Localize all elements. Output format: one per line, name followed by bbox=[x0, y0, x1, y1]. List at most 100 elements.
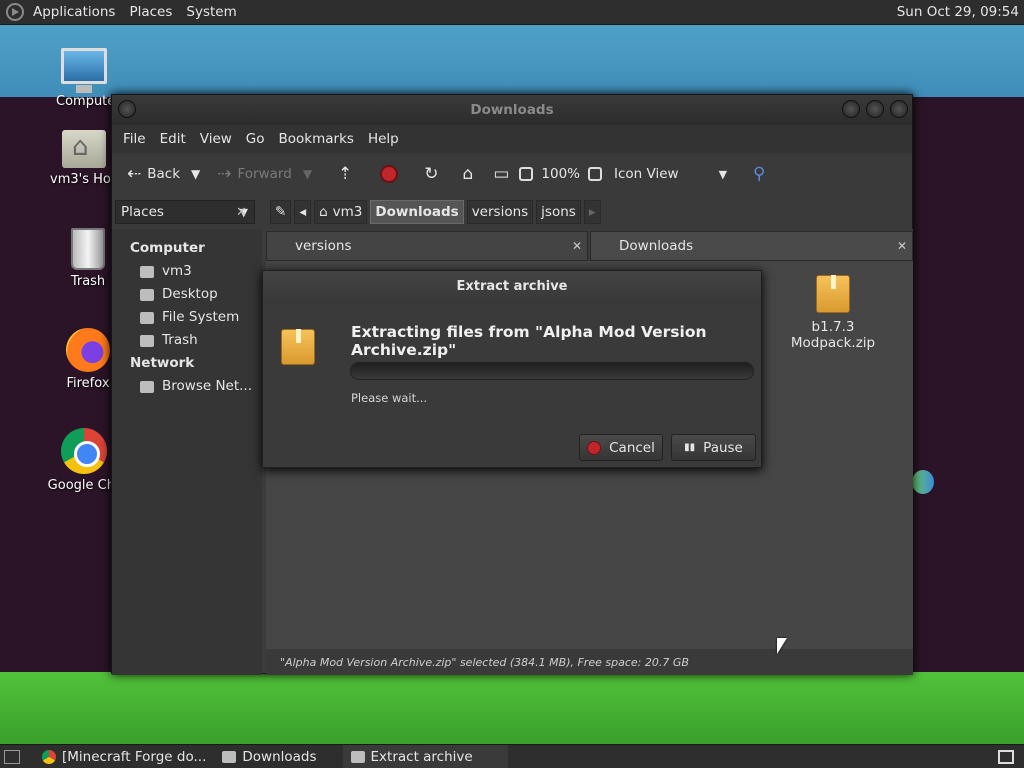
sidebar-item-label: vm3 bbox=[162, 263, 192, 279]
menubar: File Edit View Go Bookmarks Help bbox=[112, 125, 912, 153]
clock[interactable]: Sun Oct 29, 09:54 bbox=[897, 4, 1024, 20]
menu-go[interactable]: Go bbox=[239, 131, 272, 147]
firefox-icon bbox=[66, 328, 110, 372]
close-sidebar-icon[interactable]: ✕ bbox=[236, 205, 247, 220]
task-label: [Minecraft Forge do... bbox=[62, 748, 207, 765]
close-tab-icon[interactable]: ✕ bbox=[572, 239, 582, 253]
forward-history-dropdown-icon[interactable]: ▼ bbox=[301, 168, 322, 180]
sidebar-item-label: Desktop bbox=[162, 286, 218, 302]
applications-menu[interactable]: Applications bbox=[26, 4, 122, 20]
breadcrumb-right-arrow-icon[interactable]: ▸ bbox=[583, 200, 601, 224]
breadcrumb-jsons[interactable]: jsons bbox=[536, 200, 581, 224]
drive-icon bbox=[140, 311, 154, 324]
chrome-icon bbox=[61, 428, 107, 474]
show-desktop-icon[interactable] bbox=[4, 749, 20, 764]
stop-icon bbox=[587, 440, 602, 455]
status-bar: "Alpha Mod Version Archive.zip" selected… bbox=[266, 649, 913, 675]
sidebar-item-desktop[interactable]: Desktop bbox=[112, 283, 262, 306]
window-title: Downloads bbox=[470, 102, 554, 118]
menu-edit[interactable]: Edit bbox=[153, 131, 193, 147]
sidebar-item-browse-network[interactable]: Browse Net... bbox=[112, 375, 262, 398]
location-bar: Places ▼ ✕ ✎ ◂ ⌂ vm3 Downloads versions j… bbox=[112, 195, 912, 229]
window-menu-button[interactable] bbox=[118, 100, 136, 118]
dialog-title[interactable]: Extract archive bbox=[263, 271, 761, 303]
sidebar-item-label: Browse Net... bbox=[162, 378, 253, 394]
places-menu[interactable]: Places bbox=[122, 4, 179, 20]
back-history-dropdown-icon[interactable]: ▼ bbox=[189, 168, 208, 180]
sidebar-item-label: Trash bbox=[162, 332, 198, 348]
sidebar-item-label: File System bbox=[162, 309, 240, 325]
reload-icon[interactable]: ↻ bbox=[414, 165, 448, 183]
pause-label: Pause bbox=[703, 439, 743, 456]
forward-button[interactable]: ⇢ Forward bbox=[212, 159, 297, 189]
cancel-button[interactable]: Cancel bbox=[579, 434, 663, 461]
progress-bar bbox=[350, 362, 754, 380]
side-pane-label: Places bbox=[121, 204, 164, 220]
up-icon[interactable]: ⇡ bbox=[326, 165, 364, 183]
back-arrow-icon: ⇠ bbox=[127, 163, 142, 184]
breadcrumb-left-arrow-icon[interactable]: ◂ bbox=[294, 200, 312, 224]
desktop-sky bbox=[0, 25, 1024, 97]
window-titlebar[interactable]: Downloads bbox=[112, 95, 912, 125]
sidebar-item-file-system[interactable]: File System bbox=[112, 306, 262, 329]
package-icon bbox=[281, 329, 315, 365]
sidebar: Computer vm3 Desktop File System Trash N… bbox=[112, 229, 262, 675]
computer-icon bbox=[61, 48, 107, 93]
dialog-heading: Extracting files from "Alpha Mod Version… bbox=[351, 323, 707, 359]
menu-help[interactable]: Help bbox=[361, 131, 406, 147]
crumb-label: vm3 bbox=[332, 204, 363, 220]
network-icon bbox=[140, 380, 154, 393]
home-icon[interactable]: ⌂ bbox=[453, 165, 484, 183]
side-pane-selector[interactable]: Places ▼ bbox=[115, 200, 255, 224]
menu-view[interactable]: View bbox=[193, 131, 239, 147]
stop-icon[interactable] bbox=[380, 165, 399, 183]
desktop-folder-icon bbox=[140, 288, 154, 301]
tab-versions[interactable]: versions ✕ bbox=[266, 231, 588, 261]
pause-icon: ▮▮ bbox=[684, 442, 696, 453]
mouse-cursor bbox=[777, 638, 787, 654]
menu-file[interactable]: File bbox=[116, 131, 153, 147]
applications-menu-icon[interactable] bbox=[6, 3, 24, 21]
pause-button[interactable]: ▮▮ Pause bbox=[671, 434, 756, 461]
sidebar-item-vm3[interactable]: vm3 bbox=[112, 260, 262, 283]
tab-label: versions bbox=[295, 238, 352, 254]
search-icon[interactable]: ⚲ bbox=[731, 165, 765, 183]
task-downloads[interactable]: Downloads bbox=[214, 745, 324, 768]
view-mode-select[interactable]: Icon View bbox=[606, 166, 715, 182]
file-item[interactable]: b1.7.3 Modpack.zip bbox=[768, 275, 898, 351]
zoom-in-icon[interactable] bbox=[588, 167, 603, 181]
view-mode-dropdown-icon[interactable]: ▼ bbox=[719, 169, 727, 180]
trash-icon bbox=[71, 228, 105, 270]
task-label: Downloads bbox=[242, 748, 317, 765]
tab-downloads[interactable]: Downloads ✕ bbox=[590, 231, 913, 261]
zoom-out-icon[interactable] bbox=[519, 167, 534, 181]
task-extract-archive[interactable]: Extract archive bbox=[342, 744, 508, 768]
breadcrumb-vm3[interactable]: ⌂ vm3 bbox=[314, 200, 368, 224]
close-tab-icon[interactable]: ✕ bbox=[897, 239, 907, 253]
breadcrumb-versions[interactable]: versions bbox=[466, 200, 534, 224]
taskbar: [Minecraft Forge do... Downloads Extract… bbox=[0, 744, 1024, 768]
system-menu[interactable]: System bbox=[179, 4, 243, 20]
sidebar-item-trash[interactable]: Trash bbox=[112, 329, 262, 352]
folder-icon bbox=[222, 750, 237, 763]
menu-bookmarks[interactable]: Bookmarks bbox=[272, 131, 361, 147]
breadcrumb-downloads[interactable]: Downloads bbox=[370, 200, 464, 224]
tray-icon[interactable] bbox=[998, 749, 1014, 764]
zoom-level: 100% bbox=[541, 166, 581, 182]
cancel-label: Cancel bbox=[609, 439, 655, 456]
dialog-status: Please wait... bbox=[351, 391, 428, 405]
chrome-icon bbox=[42, 749, 56, 764]
computer-icon[interactable]: ▭ bbox=[487, 165, 515, 183]
back-label: Back bbox=[147, 166, 181, 182]
task-chrome[interactable]: [Minecraft Forge do... bbox=[34, 745, 214, 768]
top-panel: Applications Places System Sun Oct 29, 0… bbox=[0, 0, 1024, 25]
maximize-button[interactable] bbox=[866, 100, 884, 118]
close-button[interactable] bbox=[890, 100, 908, 118]
minimize-button[interactable] bbox=[842, 100, 860, 118]
back-button[interactable]: ⇠ Back bbox=[122, 159, 185, 189]
edit-location-icon[interactable]: ✎ bbox=[270, 200, 292, 224]
extract-dialog: Extract archive Extracting files from "A… bbox=[262, 270, 762, 468]
task-label: Extract archive bbox=[370, 748, 473, 765]
tab-label: Downloads bbox=[619, 238, 694, 254]
toolbar: ⇠ Back ▼ ⇢ Forward ▼ ⇡ ↻ ⌂ ▭ 100% Icon V… bbox=[112, 153, 912, 195]
